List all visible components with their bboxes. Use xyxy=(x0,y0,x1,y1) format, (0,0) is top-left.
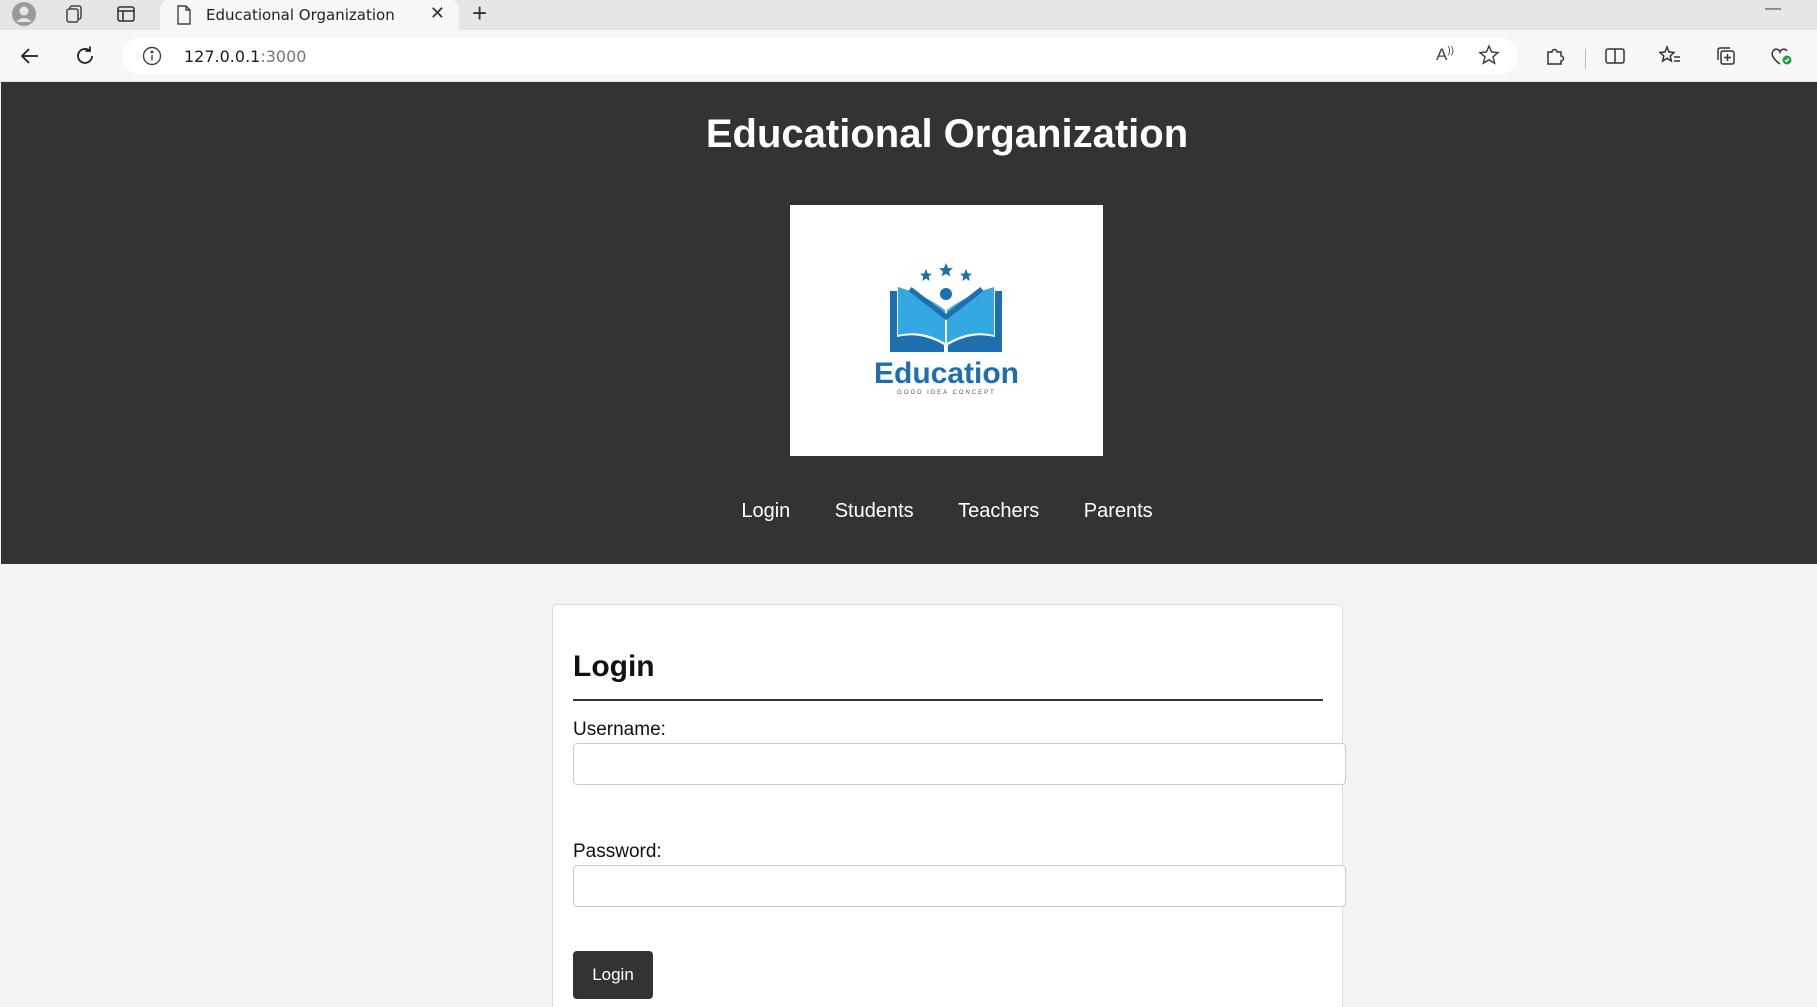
nav-link-parents[interactable]: Parents xyxy=(1084,500,1153,522)
profile-icon[interactable] xyxy=(8,0,40,28)
book-reader-icon xyxy=(890,263,1002,352)
password-input[interactable] xyxy=(573,865,1346,907)
nav-link-teachers[interactable]: Teachers xyxy=(958,500,1039,522)
site-header: Educational Organization Education GOOD … xyxy=(1,82,1817,564)
username-label: Username: xyxy=(573,719,666,740)
page-icon xyxy=(176,5,192,30)
main-navigation: Login Students Teachers Parents xyxy=(1,500,1817,523)
address-bar[interactable]: 127.0.0.1:3000 A)) xyxy=(122,38,1518,74)
logo-tagline: GOOD IDEA CONCEPT xyxy=(897,390,996,396)
browser-tab-active[interactable]: Educational Organization ✕ xyxy=(160,0,459,30)
back-icon[interactable] xyxy=(14,40,46,72)
vertical-tabs-icon[interactable] xyxy=(110,0,142,28)
browser-essentials-icon[interactable] xyxy=(1765,40,1797,72)
extensions-icon[interactable] xyxy=(1539,40,1571,72)
browser-tab-bar: Educational Organization ✕ + — xyxy=(0,0,1817,30)
url-port: :3000 xyxy=(260,47,307,66)
login-submit-button[interactable]: Login xyxy=(573,951,653,999)
nav-link-login[interactable]: Login xyxy=(741,500,790,522)
education-logo: Education GOOD IDEA CONCEPT xyxy=(790,205,1103,456)
heading-divider xyxy=(573,699,1323,701)
split-screen-icon[interactable] xyxy=(1599,40,1631,72)
workspaces-icon[interactable] xyxy=(58,0,90,28)
browser-toolbar: 127.0.0.1:3000 A)) xyxy=(0,30,1817,82)
new-tab-icon[interactable]: + xyxy=(472,0,487,26)
url-host: 127.0.0.1 xyxy=(184,47,261,66)
minimize-window-icon[interactable]: — xyxy=(1765,0,1781,18)
password-label: Password: xyxy=(573,841,662,862)
close-tab-icon[interactable]: ✕ xyxy=(430,3,445,24)
login-card: Login Username: Password: Login xyxy=(552,604,1346,1007)
favorites-icon[interactable] xyxy=(1654,40,1686,72)
collections-icon[interactable] xyxy=(1710,40,1742,72)
tab-title: Educational Organization xyxy=(206,6,395,24)
login-heading: Login xyxy=(573,650,655,683)
site-info-icon[interactable] xyxy=(142,46,162,71)
url-text: 127.0.0.1:3000 xyxy=(184,47,306,66)
site-title: Educational Organization xyxy=(705,112,1189,156)
favorite-star-icon[interactable] xyxy=(1478,44,1500,71)
toolbar-separator xyxy=(1585,49,1586,69)
reload-icon[interactable] xyxy=(69,40,101,72)
web-page: Educational Organization Education GOOD … xyxy=(1,82,1817,1007)
logo-text: Education xyxy=(873,357,1019,390)
nav-link-students[interactable]: Students xyxy=(835,500,914,522)
username-input[interactable] xyxy=(573,743,1346,785)
read-aloud-icon[interactable]: A)) xyxy=(1436,45,1454,65)
